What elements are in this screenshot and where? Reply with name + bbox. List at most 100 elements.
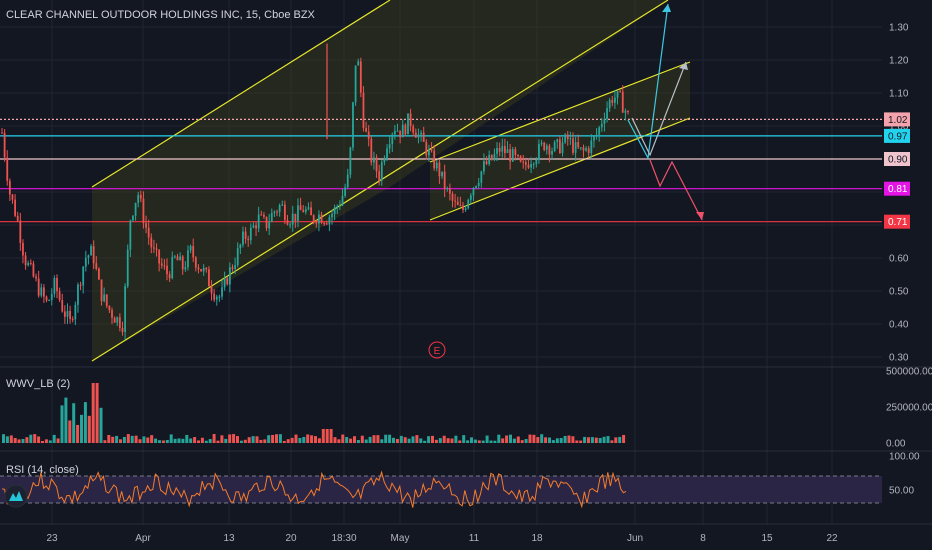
candle-body <box>420 132 422 135</box>
volume-bar <box>587 437 590 443</box>
volume-bar <box>158 440 161 443</box>
candle-body <box>582 147 585 151</box>
candle-body <box>352 102 354 148</box>
candle-body <box>519 156 522 162</box>
volume-bar <box>590 437 594 443</box>
volume-bar <box>356 440 360 443</box>
candle-body <box>480 171 483 183</box>
candle-body <box>168 274 171 279</box>
candle-body <box>331 214 333 218</box>
candle-body <box>320 214 323 224</box>
volume-bar <box>368 436 372 443</box>
candle-body <box>265 216 268 229</box>
candle-body <box>24 255 27 266</box>
candle-body <box>522 161 525 163</box>
volume-bar <box>154 438 158 443</box>
candle-body <box>239 244 242 249</box>
volume-bar <box>384 434 388 443</box>
candle-body <box>603 119 606 124</box>
volume-bar <box>44 439 48 443</box>
chart-title: CLEAR CHANNEL OUTDOOR HOLDINGS INC, 15, … <box>6 9 316 21</box>
candle-body <box>438 162 441 177</box>
chart-canvas[interactable]: E CLEAR CHANNEL OUTDOOR HOLDINGS INC, 15… <box>0 0 932 550</box>
tradingview-logo[interactable] <box>4 484 28 508</box>
candle-body <box>82 266 85 286</box>
volume-bar <box>181 438 185 443</box>
candle-body <box>621 91 624 113</box>
candle-body <box>231 267 234 269</box>
volume-bar <box>411 436 415 443</box>
candle-body <box>401 124 404 138</box>
volume-bar <box>21 438 25 443</box>
candle-body <box>56 277 58 292</box>
volume-bar <box>454 435 458 443</box>
volume-bar <box>353 436 356 443</box>
volume-bar <box>516 436 520 443</box>
candle-body <box>194 257 197 268</box>
candle-body <box>276 211 278 213</box>
volume-bar <box>548 437 551 443</box>
candle-body <box>396 130 399 132</box>
candle-body <box>45 296 48 301</box>
candle-body <box>302 210 305 213</box>
candle-body <box>386 148 388 160</box>
candle-body <box>430 149 433 151</box>
price-tick-label: 0.60 <box>889 254 909 265</box>
volume-bar <box>212 434 216 443</box>
candle-body <box>270 212 273 222</box>
candle-body <box>587 148 590 154</box>
candle-body <box>40 287 43 296</box>
time-tick-label: 20 <box>285 533 297 544</box>
volume-bar <box>200 437 204 443</box>
volume-bar <box>134 435 138 443</box>
volume-bar <box>462 435 466 443</box>
candle-body <box>346 174 349 188</box>
candle-body <box>176 256 179 261</box>
volume-bar <box>286 439 290 443</box>
candle-body <box>299 205 302 211</box>
volume-bar <box>333 437 337 443</box>
volume-bar <box>239 440 243 443</box>
candle-body <box>393 130 396 135</box>
volume-bar <box>165 440 169 443</box>
candle-body <box>611 99 614 103</box>
candle-body <box>43 287 45 297</box>
candle-body <box>407 113 409 135</box>
candle-body <box>113 317 116 323</box>
candle-body <box>289 224 292 226</box>
volume-bar <box>392 437 395 443</box>
volume-bar <box>29 434 33 443</box>
price-label-text: 1.02 <box>888 115 908 126</box>
volume-bar <box>540 434 544 443</box>
volume-bar <box>438 438 442 443</box>
volume-bar <box>341 434 345 443</box>
candle-body <box>132 215 134 221</box>
candle-body <box>234 265 237 269</box>
candle-body <box>142 198 145 224</box>
volume-bar <box>524 438 528 443</box>
volume-bar <box>5 436 9 443</box>
candle-body <box>137 194 140 203</box>
volume-bar <box>33 434 37 443</box>
volume-bar <box>185 434 189 443</box>
volume-bar <box>267 435 271 443</box>
rsi-tick-label: 100.00 <box>889 452 920 463</box>
candle-body <box>590 140 593 154</box>
candle-body <box>600 123 603 128</box>
candle-body <box>108 305 111 311</box>
candle-body <box>184 267 187 270</box>
volume-bar <box>294 434 298 443</box>
volume-bar <box>41 440 44 443</box>
volume-bar <box>150 435 154 443</box>
candle-body <box>428 149 430 156</box>
candle-body <box>205 267 208 270</box>
candle-body <box>74 304 77 320</box>
candle-body <box>624 110 627 113</box>
volume-bar <box>146 437 150 443</box>
candle-body <box>315 221 318 224</box>
candle-body <box>446 188 449 190</box>
candle-body <box>579 147 582 149</box>
volume-bar <box>563 435 567 443</box>
volume-bar <box>271 434 275 443</box>
candle-body <box>488 154 491 164</box>
